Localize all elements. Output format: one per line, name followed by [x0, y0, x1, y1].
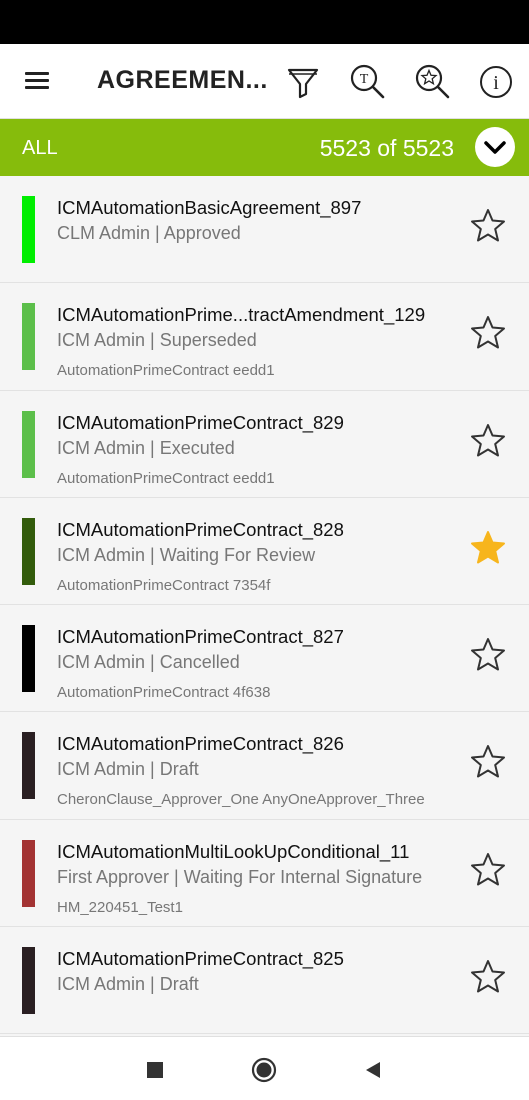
- status-color-bar: [22, 410, 35, 478]
- star-outline-icon[interactable]: [468, 742, 508, 782]
- status-color-bar: [22, 947, 35, 1015]
- status-color-bar: [22, 839, 35, 907]
- star-outline-icon[interactable]: [468, 421, 508, 461]
- agreement-subtitle: ICM Admin | Cancelled: [57, 652, 240, 673]
- svg-text:T: T: [360, 72, 369, 87]
- agreement-title: ICMAutomationPrimeContract_826: [57, 733, 344, 755]
- agreement-title: ICMAutomationPrime...tractAmendment_129: [57, 304, 426, 326]
- list-item[interactable]: ICMAutomationPrimeContract_825 ICM Admin …: [0, 927, 529, 1035]
- list-item[interactable]: ICMAutomationPrimeContract_829 ICM Admin …: [0, 390, 529, 498]
- back-triangle-icon[interactable]: [360, 1057, 386, 1083]
- info-icon[interactable]: i: [476, 62, 516, 102]
- text-search-icon[interactable]: T: [348, 62, 388, 102]
- agreement-subtitle: ICM Admin | Executed: [57, 437, 235, 458]
- page-title: AGREEMEN...: [97, 66, 268, 94]
- list-item[interactable]: ICMAutomationPrimeContract_828 ICM Admin …: [0, 497, 529, 606]
- agreement-title: ICMAutomationPrimeContract_825: [57, 948, 344, 970]
- recents-square-icon[interactable]: [142, 1057, 168, 1083]
- star-outline-icon[interactable]: [468, 957, 508, 997]
- filter-icon[interactable]: [283, 62, 323, 102]
- agreement-subtitle: ICM Admin | Waiting For Review: [57, 544, 316, 565]
- status-color-bar: [22, 303, 35, 371]
- star-filled-icon[interactable]: [468, 528, 508, 568]
- filter-label[interactable]: ALL: [22, 137, 58, 160]
- svg-text:i: i: [493, 72, 499, 94]
- star-outline-icon[interactable]: [468, 635, 508, 675]
- agreement-subtitle: CLM Admin | Approved: [57, 223, 241, 243]
- status-bar: [0, 0, 529, 44]
- agreement-detail: AutomationPrimeContract 4f638: [57, 684, 271, 702]
- agreement-detail: AutomationPrimeContract eedd1: [57, 469, 275, 487]
- result-count: 5523 of 5523: [319, 135, 454, 161]
- system-nav-bar: [0, 1036, 529, 1100]
- home-circle-icon[interactable]: [251, 1057, 277, 1083]
- agreement-subtitle: ICM Admin | Draft: [57, 759, 199, 780]
- menu-icon[interactable]: [22, 68, 52, 94]
- agreement-detail: HM_220451_Test1: [57, 898, 183, 916]
- agreement-title: ICMAutomationPrimeContract_828: [57, 518, 344, 540]
- agreement-title: ICMAutomationBasicAgreement_897: [57, 197, 362, 218]
- list-item[interactable]: ICMAutomationPrime...tractAmendment_129 I…: [0, 283, 529, 391]
- agreement-title: ICMAutomationMultiLookUpConditional_11: [57, 840, 410, 862]
- status-color-bar: [22, 196, 35, 263]
- chevron-down-icon[interactable]: [475, 127, 515, 167]
- agreement-subtitle: ICM Admin | Draft: [57, 974, 199, 995]
- status-color-bar: [22, 517, 35, 585]
- star-outline-icon[interactable]: [468, 313, 508, 353]
- star-outline-icon[interactable]: [468, 206, 508, 246]
- agreement-detail: CheronClause_Approver_One AnyOneApprover…: [57, 791, 425, 809]
- agreement-subtitle: ICM Admin | Superseded: [57, 330, 257, 351]
- list-item[interactable]: ICMAutomationPrimeContract_827 ICM Admin …: [0, 605, 529, 713]
- status-color-bar: [22, 625, 35, 693]
- filter-bar: ALL 5523 of 5523: [0, 119, 529, 176]
- agreement-title: ICMAutomationPrimeContract_829: [57, 411, 344, 433]
- list-item[interactable]: ICMAutomationPrimeContract_826 ICM Admin …: [0, 712, 529, 820]
- agreement-title: ICMAutomationPrimeContract_827: [57, 626, 344, 648]
- agreement-subtitle: First Approver | Waiting For Internal Si…: [57, 866, 423, 887]
- list-item[interactable]: ICMAutomationBasicAgreement_897 CLM Admin…: [0, 176, 529, 284]
- app-bar: AGREEMEN... T i: [0, 44, 529, 119]
- star-outline-icon[interactable]: [468, 850, 508, 890]
- agreement-list: ICMAutomationBasicAgreement_897 CLM Admin…: [0, 176, 529, 1035]
- saved-search-icon[interactable]: [413, 62, 453, 102]
- agreement-detail: AutomationPrimeContract eedd1: [57, 362, 275, 380]
- list-item[interactable]: ICMAutomationMultiLookUpConditional_11 Fi…: [0, 819, 529, 928]
- agreement-detail: AutomationPrimeContract 7354f: [57, 576, 271, 594]
- status-color-bar: [22, 732, 35, 800]
